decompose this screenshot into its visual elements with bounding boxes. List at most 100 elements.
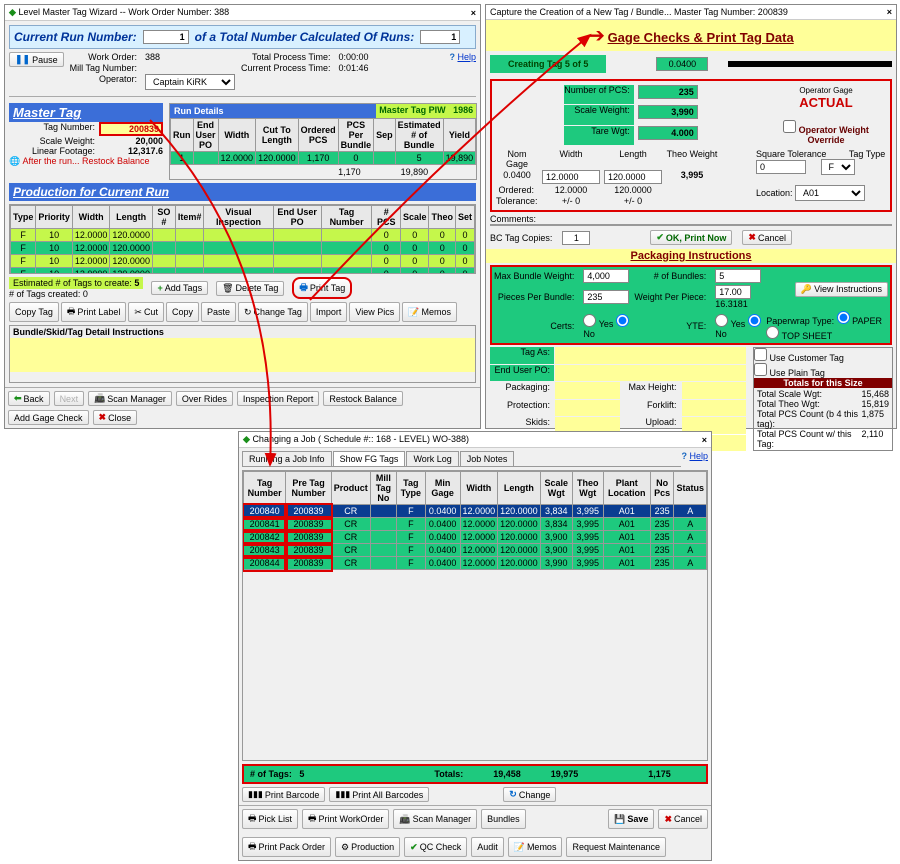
overrides-button[interactable]: Over Rides xyxy=(176,391,233,406)
operator-select[interactable]: Captain KiRK xyxy=(145,74,235,90)
change-button[interactable]: ↻ Change xyxy=(503,787,556,802)
tagnumber-label: Tag Number: xyxy=(9,122,99,136)
tagtype-select[interactable]: F xyxy=(821,159,855,175)
barcode-icon: ▮▮▮ xyxy=(335,789,350,800)
audit-button[interactable]: Audit xyxy=(471,837,504,857)
print-tag-button[interactable]: 🖶 Print Tag xyxy=(292,277,352,299)
milltag-label: Mill Tag Number: xyxy=(70,63,141,73)
yte-radio[interactable]: Yes No xyxy=(715,314,761,339)
length-input[interactable] xyxy=(604,170,662,184)
paperwrap[interactable]: Paperwrap Type: PAPER TOP SHEET xyxy=(766,311,888,341)
close-button-footer[interactable]: ✖ Close xyxy=(93,410,138,425)
print-workorder-button[interactable]: 🖶 Print WorkOrder xyxy=(302,809,389,829)
scanner-icon: 📠 xyxy=(399,814,410,825)
estimated-tags: Estimated # of Tags to create: 5 xyxy=(9,277,143,289)
restock-note: 🌐 After the run... Restock Balance xyxy=(9,156,163,167)
print-all-barcodes-button[interactable]: ▮▮▮ Print All Barcodes xyxy=(329,787,429,802)
bundles-button[interactable]: Bundles xyxy=(481,809,526,829)
next-button: Next xyxy=(54,391,85,406)
weight-per-piece-input[interactable] xyxy=(715,285,751,299)
pause-button[interactable]: ❚❚ Pause xyxy=(9,52,64,67)
print-barcode-button[interactable]: ▮▮▮ Print Barcode xyxy=(242,787,325,802)
printer-icon: 🖶 xyxy=(299,280,308,296)
production-table[interactable]: TypePriorityWidthLengthSO #Item#Visual I… xyxy=(10,205,475,274)
cut-button[interactable]: ✂ Cut xyxy=(128,302,164,322)
bc-copies-input[interactable] xyxy=(562,231,590,245)
help-link-win1[interactable]: ? Help xyxy=(449,52,476,62)
footer-win3: 🖶 Pick List 🖶 Print WorkOrder 📠 Scan Man… xyxy=(239,805,711,860)
memos-button-win3[interactable]: 📝 Memos xyxy=(508,837,563,857)
close-button-win3[interactable]: × xyxy=(702,435,707,445)
pieces-per-bundle-label: Pieces Per Bundle: xyxy=(494,292,578,302)
total-runs-input[interactable] xyxy=(420,30,460,44)
close-button-win1[interactable]: × xyxy=(471,8,476,18)
current-run-input[interactable] xyxy=(143,30,189,44)
titlebar-win1: ◆ Level Master Tag Wizard -- Work Order … xyxy=(5,5,480,21)
certs-radio[interactable]: Yes No xyxy=(583,314,629,339)
sqtol-input[interactable] xyxy=(756,160,806,174)
request-maintenance-button[interactable]: Request Maintenance xyxy=(566,837,666,857)
barcode-icon: ▮▮▮ xyxy=(248,789,263,800)
close-button-win2[interactable]: × xyxy=(887,7,892,17)
qc-check-button[interactable]: ✔ QC Check xyxy=(404,837,467,857)
workorder-value: 388 xyxy=(145,52,235,62)
print-pack-order-button[interactable]: 🖶 Print Pack Order xyxy=(242,837,331,857)
cancel-button-win3[interactable]: ✖ Cancel xyxy=(658,809,708,829)
pieces-per-bundle-input[interactable] xyxy=(583,290,629,304)
add-gage-check-button[interactable]: Add Gage Check xyxy=(8,410,89,425)
trash-icon: 🗑 xyxy=(222,283,233,294)
memos-button[interactable]: 📝 Memos xyxy=(402,302,457,322)
rundetails-header: Run Details xyxy=(170,104,376,118)
restock-balance-button[interactable]: Restock Balance xyxy=(323,391,403,406)
back-button[interactable]: ⬅ Back xyxy=(8,391,50,406)
creating-gage-input[interactable] xyxy=(656,57,708,71)
protection-label: Protection: xyxy=(490,400,554,417)
copy-button[interactable]: Copy xyxy=(166,302,199,322)
production-button[interactable]: ⚙ Production xyxy=(335,837,400,857)
add-tags-button[interactable]: + Add Tags xyxy=(151,281,208,295)
import-button[interactable]: Import xyxy=(310,302,348,322)
copy-tag-button[interactable]: Copy Tag xyxy=(9,302,59,322)
help-link-win3[interactable]: ? Help xyxy=(681,451,708,467)
window-master-tag-wizard: ◆ Level Master Tag Wizard -- Work Order … xyxy=(4,4,481,429)
change-tag-button[interactable]: ↻ Change Tag xyxy=(238,302,308,322)
weight-override-checkbox[interactable]: Operator Weight Override xyxy=(783,125,869,145)
tab-show-fg-tags[interactable]: Show FG Tags xyxy=(333,451,406,466)
save-button[interactable]: 💾 Save xyxy=(608,809,654,829)
tags-created: # of Tags created: 0 xyxy=(9,289,143,299)
tab-work-log[interactable]: Work Log xyxy=(406,451,458,466)
tagtype-label: Tag Type xyxy=(849,149,885,159)
scan-manager-button[interactable]: 📠 Scan Manager xyxy=(88,391,172,406)
scalewgt-input[interactable] xyxy=(638,105,698,119)
ok-print-button[interactable]: ✔ OK, Print Now xyxy=(650,230,732,245)
location-select[interactable]: A01 xyxy=(795,185,865,201)
tab-running-a-job-info[interactable]: Running a Job Info xyxy=(242,451,332,466)
tarewgt-input[interactable] xyxy=(638,126,698,140)
view-pics-button[interactable]: View Pics xyxy=(349,302,400,322)
scalewgt-label: Scale Weight: xyxy=(564,105,634,124)
maxheight-label: Max Height: xyxy=(621,382,681,399)
delete-tag-button[interactable]: 🗑 Delete Tag xyxy=(216,281,284,296)
inspection-report-button[interactable]: Inspection Report xyxy=(237,391,320,406)
arrow-right-icon: ➔ xyxy=(588,25,605,47)
max-bundle-weight-input[interactable] xyxy=(583,269,629,283)
titlebar-win3: ◆ Changing a Job ( Schedule #:: 168 - LE… xyxy=(239,432,711,448)
title-win1: Level Master Tag Wizard -- Work Order Nu… xyxy=(18,7,229,17)
numpcs-input[interactable] xyxy=(638,85,698,99)
fg-tags-table[interactable]: Tag NumberPre Tag NumberProductMill Tag … xyxy=(243,471,707,570)
scan-manager-button-win3[interactable]: 📠 Scan Manager xyxy=(393,809,477,829)
print-label-button[interactable]: 🖶 Print Label xyxy=(61,302,127,322)
width-input[interactable] xyxy=(542,170,600,184)
detail-header: Bundle/Skid/Tag Detail Instructions xyxy=(10,326,475,338)
window-capture-creation: Capture the Creation of a New Tag / Bund… xyxy=(485,4,897,429)
totals-box: Use Customer Tag Use Plain Tag Totals fo… xyxy=(753,347,893,451)
view-instructions-button[interactable]: 🔑 View Instructions xyxy=(795,282,888,297)
cancel-icon: ✖ xyxy=(748,232,756,243)
paste-button[interactable]: Paste xyxy=(201,302,236,322)
cancel-button-win2[interactable]: ✖ Cancel xyxy=(742,230,792,245)
num-bundles-input[interactable] xyxy=(715,269,761,283)
tab-job-notes[interactable]: Job Notes xyxy=(460,451,515,466)
picklist-button[interactable]: 🖶 Pick List xyxy=(242,809,298,829)
enduser-po-label: End User PO: xyxy=(490,365,554,382)
operator-label: Operator: xyxy=(70,74,141,90)
